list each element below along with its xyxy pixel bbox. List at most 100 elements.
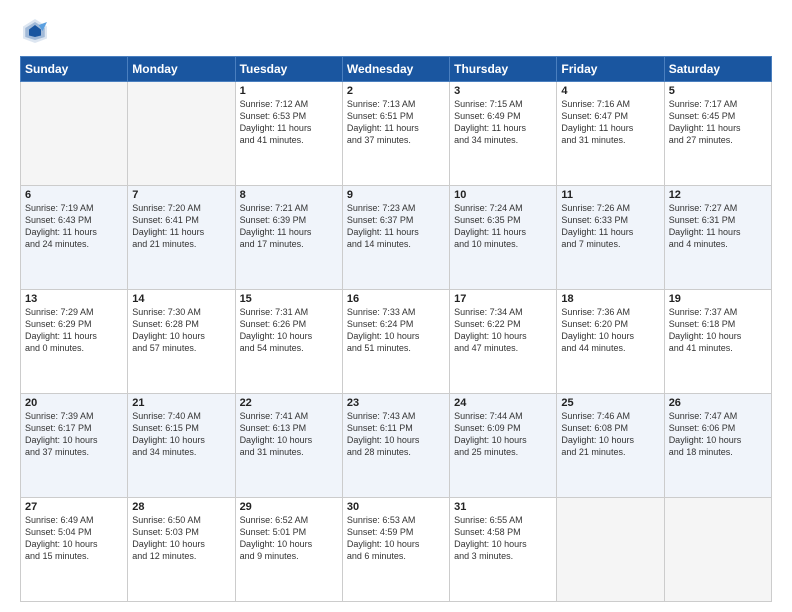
day-info: Sunrise: 7:19 AM Sunset: 6:43 PM Dayligh… <box>25 202 123 251</box>
weekday-header-wednesday: Wednesday <box>342 57 449 82</box>
weekday-header-tuesday: Tuesday <box>235 57 342 82</box>
calendar-cell: 27Sunrise: 6:49 AM Sunset: 5:04 PM Dayli… <box>21 498 128 602</box>
calendar-cell: 26Sunrise: 7:47 AM Sunset: 6:06 PM Dayli… <box>664 394 771 498</box>
day-info: Sunrise: 6:52 AM Sunset: 5:01 PM Dayligh… <box>240 514 338 563</box>
day-number: 3 <box>454 85 552 97</box>
day-number: 27 <box>25 501 123 513</box>
calendar-cell: 13Sunrise: 7:29 AM Sunset: 6:29 PM Dayli… <box>21 290 128 394</box>
day-number: 12 <box>669 189 767 201</box>
day-number: 1 <box>240 85 338 97</box>
day-info: Sunrise: 7:27 AM Sunset: 6:31 PM Dayligh… <box>669 202 767 251</box>
day-number: 21 <box>132 397 230 409</box>
day-info: Sunrise: 7:23 AM Sunset: 6:37 PM Dayligh… <box>347 202 445 251</box>
day-info: Sunrise: 6:50 AM Sunset: 5:03 PM Dayligh… <box>132 514 230 563</box>
day-number: 20 <box>25 397 123 409</box>
day-number: 28 <box>132 501 230 513</box>
day-number: 6 <box>25 189 123 201</box>
calendar-cell: 16Sunrise: 7:33 AM Sunset: 6:24 PM Dayli… <box>342 290 449 394</box>
day-info: Sunrise: 7:47 AM Sunset: 6:06 PM Dayligh… <box>669 410 767 459</box>
day-info: Sunrise: 7:34 AM Sunset: 6:22 PM Dayligh… <box>454 306 552 355</box>
calendar-cell: 30Sunrise: 6:53 AM Sunset: 4:59 PM Dayli… <box>342 498 449 602</box>
calendar-cell: 22Sunrise: 7:41 AM Sunset: 6:13 PM Dayli… <box>235 394 342 498</box>
day-number: 9 <box>347 189 445 201</box>
day-number: 10 <box>454 189 552 201</box>
calendar-cell: 14Sunrise: 7:30 AM Sunset: 6:28 PM Dayli… <box>128 290 235 394</box>
calendar-cell: 5Sunrise: 7:17 AM Sunset: 6:45 PM Daylig… <box>664 82 771 186</box>
calendar-cell: 20Sunrise: 7:39 AM Sunset: 6:17 PM Dayli… <box>21 394 128 498</box>
day-info: Sunrise: 7:26 AM Sunset: 6:33 PM Dayligh… <box>561 202 659 251</box>
day-info: Sunrise: 7:15 AM Sunset: 6:49 PM Dayligh… <box>454 98 552 147</box>
calendar-cell: 19Sunrise: 7:37 AM Sunset: 6:18 PM Dayli… <box>664 290 771 394</box>
calendar-cell: 6Sunrise: 7:19 AM Sunset: 6:43 PM Daylig… <box>21 186 128 290</box>
day-number: 16 <box>347 293 445 305</box>
week-row-3: 13Sunrise: 7:29 AM Sunset: 6:29 PM Dayli… <box>21 290 772 394</box>
day-number: 8 <box>240 189 338 201</box>
week-row-4: 20Sunrise: 7:39 AM Sunset: 6:17 PM Dayli… <box>21 394 772 498</box>
calendar-cell: 3Sunrise: 7:15 AM Sunset: 6:49 PM Daylig… <box>450 82 557 186</box>
calendar-cell: 28Sunrise: 6:50 AM Sunset: 5:03 PM Dayli… <box>128 498 235 602</box>
day-number: 17 <box>454 293 552 305</box>
calendar-cell <box>664 498 771 602</box>
day-info: Sunrise: 7:41 AM Sunset: 6:13 PM Dayligh… <box>240 410 338 459</box>
weekday-header-monday: Monday <box>128 57 235 82</box>
day-info: Sunrise: 7:30 AM Sunset: 6:28 PM Dayligh… <box>132 306 230 355</box>
day-number: 2 <box>347 85 445 97</box>
calendar-cell: 18Sunrise: 7:36 AM Sunset: 6:20 PM Dayli… <box>557 290 664 394</box>
day-info: Sunrise: 6:49 AM Sunset: 5:04 PM Dayligh… <box>25 514 123 563</box>
day-info: Sunrise: 7:16 AM Sunset: 6:47 PM Dayligh… <box>561 98 659 147</box>
calendar-cell: 17Sunrise: 7:34 AM Sunset: 6:22 PM Dayli… <box>450 290 557 394</box>
day-number: 22 <box>240 397 338 409</box>
calendar-cell: 7Sunrise: 7:20 AM Sunset: 6:41 PM Daylig… <box>128 186 235 290</box>
day-number: 19 <box>669 293 767 305</box>
weekday-header-thursday: Thursday <box>450 57 557 82</box>
day-info: Sunrise: 7:43 AM Sunset: 6:11 PM Dayligh… <box>347 410 445 459</box>
calendar-cell <box>21 82 128 186</box>
day-info: Sunrise: 7:37 AM Sunset: 6:18 PM Dayligh… <box>669 306 767 355</box>
day-info: Sunrise: 7:36 AM Sunset: 6:20 PM Dayligh… <box>561 306 659 355</box>
day-info: Sunrise: 7:29 AM Sunset: 6:29 PM Dayligh… <box>25 306 123 355</box>
day-number: 5 <box>669 85 767 97</box>
header <box>20 16 772 46</box>
day-info: Sunrise: 7:33 AM Sunset: 6:24 PM Dayligh… <box>347 306 445 355</box>
day-number: 23 <box>347 397 445 409</box>
calendar-cell: 23Sunrise: 7:43 AM Sunset: 6:11 PM Dayli… <box>342 394 449 498</box>
day-info: Sunrise: 7:20 AM Sunset: 6:41 PM Dayligh… <box>132 202 230 251</box>
calendar-cell: 2Sunrise: 7:13 AM Sunset: 6:51 PM Daylig… <box>342 82 449 186</box>
day-info: Sunrise: 7:24 AM Sunset: 6:35 PM Dayligh… <box>454 202 552 251</box>
day-number: 15 <box>240 293 338 305</box>
weekday-header-sunday: Sunday <box>21 57 128 82</box>
calendar-cell <box>128 82 235 186</box>
day-number: 7 <box>132 189 230 201</box>
day-info: Sunrise: 7:39 AM Sunset: 6:17 PM Dayligh… <box>25 410 123 459</box>
calendar-cell: 29Sunrise: 6:52 AM Sunset: 5:01 PM Dayli… <box>235 498 342 602</box>
day-number: 26 <box>669 397 767 409</box>
calendar-cell: 24Sunrise: 7:44 AM Sunset: 6:09 PM Dayli… <box>450 394 557 498</box>
calendar-cell: 10Sunrise: 7:24 AM Sunset: 6:35 PM Dayli… <box>450 186 557 290</box>
day-number: 30 <box>347 501 445 513</box>
page: SundayMondayTuesdayWednesdayThursdayFrid… <box>0 0 792 612</box>
week-row-2: 6Sunrise: 7:19 AM Sunset: 6:43 PM Daylig… <box>21 186 772 290</box>
calendar-cell: 31Sunrise: 6:55 AM Sunset: 4:58 PM Dayli… <box>450 498 557 602</box>
day-number: 25 <box>561 397 659 409</box>
day-info: Sunrise: 7:44 AM Sunset: 6:09 PM Dayligh… <box>454 410 552 459</box>
day-number: 24 <box>454 397 552 409</box>
logo-icon <box>20 16 50 46</box>
day-info: Sunrise: 7:31 AM Sunset: 6:26 PM Dayligh… <box>240 306 338 355</box>
calendar-cell: 15Sunrise: 7:31 AM Sunset: 6:26 PM Dayli… <box>235 290 342 394</box>
calendar-cell: 8Sunrise: 7:21 AM Sunset: 6:39 PM Daylig… <box>235 186 342 290</box>
calendar-cell: 4Sunrise: 7:16 AM Sunset: 6:47 PM Daylig… <box>557 82 664 186</box>
calendar-cell: 12Sunrise: 7:27 AM Sunset: 6:31 PM Dayli… <box>664 186 771 290</box>
weekday-header-friday: Friday <box>557 57 664 82</box>
day-info: Sunrise: 7:12 AM Sunset: 6:53 PM Dayligh… <box>240 98 338 147</box>
day-number: 29 <box>240 501 338 513</box>
weekday-header-saturday: Saturday <box>664 57 771 82</box>
calendar-cell: 11Sunrise: 7:26 AM Sunset: 6:33 PM Dayli… <box>557 186 664 290</box>
day-info: Sunrise: 7:40 AM Sunset: 6:15 PM Dayligh… <box>132 410 230 459</box>
calendar-table: SundayMondayTuesdayWednesdayThursdayFrid… <box>20 56 772 602</box>
calendar-cell <box>557 498 664 602</box>
day-info: Sunrise: 7:21 AM Sunset: 6:39 PM Dayligh… <box>240 202 338 251</box>
calendar-cell: 25Sunrise: 7:46 AM Sunset: 6:08 PM Dayli… <box>557 394 664 498</box>
day-number: 18 <box>561 293 659 305</box>
day-number: 14 <box>132 293 230 305</box>
day-number: 13 <box>25 293 123 305</box>
